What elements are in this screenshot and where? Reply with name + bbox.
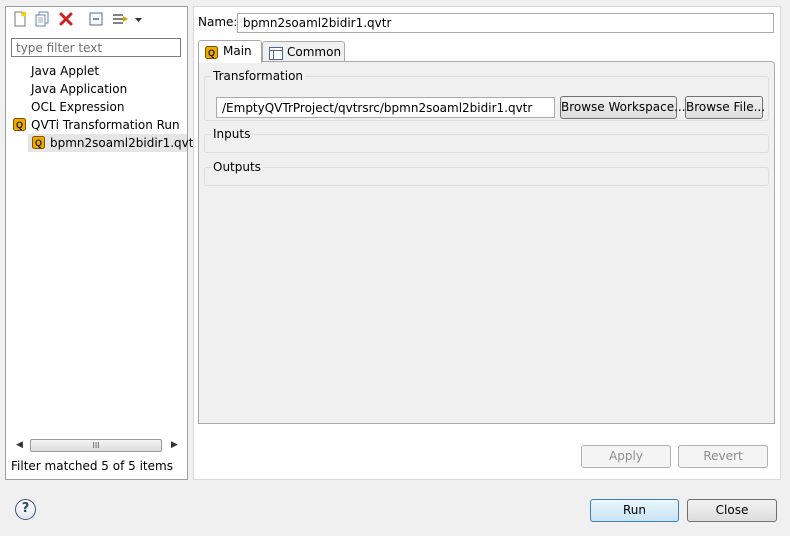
browse-file-button[interactable]: Browse File...	[685, 96, 765, 119]
revert-button[interactable]: Revert	[678, 445, 768, 468]
name-label: Name:	[198, 15, 238, 29]
close-button[interactable]: Close	[687, 499, 777, 522]
tab-main[interactable]: Q Main	[198, 40, 262, 63]
tree-item-ocl-expression[interactable]: OCL Expression	[6, 98, 187, 116]
tree-horizontal-scrollbar[interactable]: ◀ III ▶	[12, 438, 182, 453]
inputs-group-title: Inputs	[211, 127, 253, 141]
help-icon[interactable]: ?	[15, 499, 36, 520]
qvt-icon: Q	[13, 118, 26, 136]
collapse-all-icon[interactable]	[88, 11, 106, 29]
svg-text:Q: Q	[35, 138, 42, 148]
left-toolbar	[10, 11, 180, 29]
tree-item-java-applet[interactable]: Java Applet	[6, 62, 187, 80]
scroll-left-icon[interactable]: ◀	[12, 438, 27, 453]
apply-button[interactable]: Apply	[581, 445, 671, 468]
outputs-group: Outputs	[204, 160, 769, 186]
scrollbar-thumb[interactable]: III	[30, 439, 162, 452]
browse-workspace-button[interactable]: Browse Workspace...	[560, 96, 686, 119]
scroll-right-icon[interactable]: ▶	[167, 438, 182, 453]
tree-item-label: bpmn2soaml2bidir1.qvtr	[50, 136, 199, 150]
inputs-group: Inputs	[204, 127, 769, 153]
tree-item-qvti-transformation-run[interactable]: Q QVTi Transformation Run	[6, 116, 187, 134]
outputs-group-title: Outputs	[211, 160, 263, 174]
tree-item-label: Java Application	[31, 82, 128, 96]
launch-config-tree: Java Applet Java Application OCL Express…	[6, 62, 198, 154]
filter-icon[interactable]	[112, 11, 130, 29]
qvt-icon: Q	[32, 136, 45, 154]
transformation-path-input[interactable]	[216, 97, 555, 118]
filter-status-text: Filter matched 5 of 5 items	[11, 459, 173, 473]
tree-item-java-application[interactable]: Java Application	[6, 80, 187, 98]
run-button[interactable]: Run	[590, 499, 679, 522]
launch-config-list-pane: Java Applet Java Application OCL Express…	[5, 6, 198, 480]
duplicate-icon[interactable]	[34, 11, 52, 29]
tab-common[interactable]: Common	[262, 41, 345, 62]
tab-label: Common	[287, 45, 342, 59]
tree-item-label: OCL Expression	[31, 100, 125, 114]
tab-label: Main	[223, 44, 252, 58]
transformation-group: Transformation Browse Workspace... Brows…	[204, 69, 769, 121]
delete-icon[interactable]	[58, 11, 76, 29]
svg-text:Q: Q	[16, 120, 23, 130]
tree-item-label: QVTi Transformation Run	[31, 118, 180, 132]
qvt-icon: Q	[205, 45, 218, 66]
main-tab-panel: Transformation Browse Workspace... Brows…	[198, 61, 775, 424]
svg-text:Q: Q	[208, 48, 215, 58]
filter-input[interactable]	[11, 38, 181, 57]
view-menu-icon[interactable]	[134, 11, 144, 29]
tree-item-bpmn2soaml2bidir1[interactable]: Q bpmn2soaml2bidir1.qvtr	[28, 134, 198, 154]
name-input[interactable]	[237, 13, 774, 33]
tree-item-label: Java Applet	[31, 64, 100, 78]
new-config-icon[interactable]	[12, 11, 30, 29]
transformation-group-title: Transformation	[211, 69, 306, 83]
config-editor-pane: Name: Q Main Common Transformation Brows…	[193, 6, 781, 480]
tab-strip: Q Main Common	[198, 40, 775, 63]
